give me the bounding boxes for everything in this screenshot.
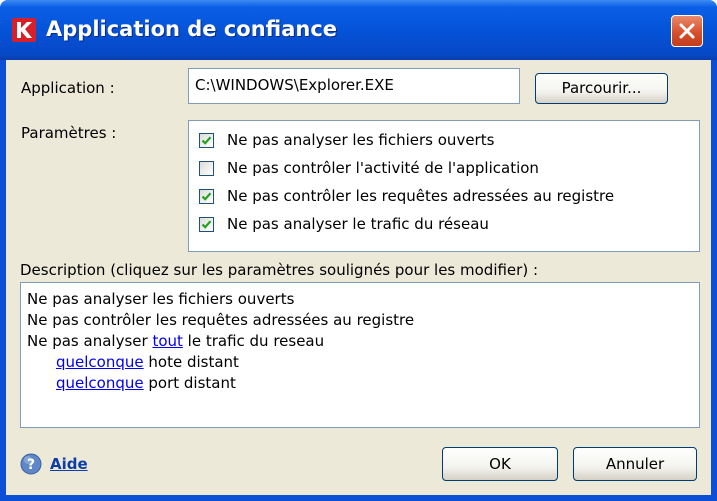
description-line: quelconque hote distant — [27, 352, 693, 373]
ok-button[interactable]: OK — [442, 447, 558, 481]
browse-button[interactable]: Parcourir... — [535, 73, 668, 104]
window-title: Application de confiance — [46, 17, 338, 41]
option-label: Ne pas contrôler les requêtes adressées … — [227, 187, 615, 205]
close-button[interactable] — [671, 15, 703, 47]
description-text: port distant — [143, 374, 236, 392]
option-checkbox[interactable] — [199, 217, 214, 232]
description-line: quelconque port distant — [27, 373, 693, 394]
dialog-window: Application de confiance Application : C… — [0, 0, 717, 501]
checkmark-icon — [201, 136, 212, 145]
help-icon[interactable]: ? — [20, 453, 42, 475]
option-checkbox[interactable] — [199, 161, 214, 176]
description-label: Description (cliquez sur les paramètres … — [20, 261, 538, 279]
option-checkbox[interactable] — [199, 133, 214, 148]
application-label: Application : — [21, 79, 115, 97]
dialog-body: Application : C:\WINDOWS\Explorer.EXE Pa… — [6, 60, 711, 495]
description-line: Ne pas contrôler les requêtes adressées … — [27, 311, 415, 329]
description-line: Ne pas analyser tout le trafic du reseau — [27, 331, 693, 352]
application-path-field[interactable]: C:\WINDOWS\Explorer.EXE — [188, 68, 520, 104]
checkmark-icon — [201, 220, 212, 229]
option-label: Ne pas analyser le trafic du réseau — [227, 215, 489, 233]
close-icon — [679, 23, 695, 39]
option-checkbox[interactable] — [199, 189, 214, 204]
remote-host-link[interactable]: quelconque — [56, 353, 144, 371]
checkmark-icon — [201, 192, 212, 201]
description-text: le trafic du reseau — [182, 332, 325, 350]
description-line: Ne pas analyser les fichiers ouverts — [27, 290, 295, 308]
title-bar[interactable]: Application de confiance — [0, 0, 717, 60]
cancel-button[interactable]: Annuler — [573, 447, 697, 481]
description-text: Ne pas analyser — [27, 332, 153, 350]
description-text: hote distant — [143, 353, 239, 371]
kaspersky-k-icon — [12, 18, 36, 42]
option-label: Ne pas contrôler l'activité de l'applica… — [227, 159, 539, 177]
remote-port-link[interactable]: quelconque — [56, 374, 144, 392]
traffic-scope-link[interactable]: tout — [152, 332, 182, 350]
parameters-list: Ne pas analyser les fichiers ouverts Ne … — [188, 120, 700, 252]
parameters-label: Paramètres : — [21, 124, 117, 142]
help-link[interactable]: Aide — [50, 455, 88, 473]
option-label: Ne pas analyser les fichiers ouverts — [227, 131, 495, 149]
description-box: Ne pas analyser les fichiers ouverts Ne … — [20, 282, 700, 428]
svg-text:?: ? — [27, 457, 35, 473]
